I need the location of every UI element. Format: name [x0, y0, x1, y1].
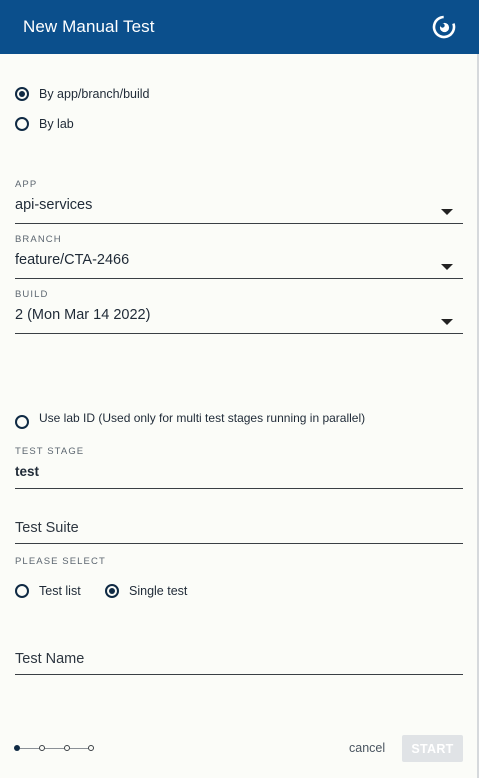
circular-swirl-logo-icon	[432, 15, 456, 39]
radio-label: By app/branch/build	[39, 87, 150, 101]
chevron-down-icon	[441, 264, 453, 270]
build-value: 2 (Mon Mar 14 2022)	[15, 307, 151, 323]
app-value: api-services	[15, 197, 93, 213]
test-stage-value: test	[15, 464, 40, 479]
new-manual-test-panel: New Manual Test By app/branch/build By l…	[0, 0, 479, 778]
please-select-caption: PLEASE SELECT	[15, 556, 106, 567]
radio-unselected-icon	[15, 584, 29, 598]
build-caption: BUILD	[15, 289, 49, 300]
step-dot-4	[88, 745, 94, 751]
cancel-button[interactable]: cancel	[349, 741, 385, 755]
branch-value: feature/CTA-2466	[15, 252, 130, 268]
radio-unselected-icon	[15, 415, 29, 429]
app-caption: APP	[15, 179, 38, 190]
radio-single-test[interactable]: Single test	[105, 584, 187, 598]
branch-select[interactable]: feature/CTA-2466	[15, 252, 463, 279]
header-bar: New Manual Test	[0, 0, 479, 54]
radio-by-lab[interactable]: By lab	[15, 117, 74, 131]
start-button-label: START	[411, 741, 454, 756]
branch-caption: BRANCH	[15, 234, 62, 245]
step-connector	[45, 748, 64, 749]
step-connector	[70, 748, 88, 749]
step-indicator	[14, 745, 98, 753]
build-select[interactable]: 2 (Mon Mar 14 2022)	[15, 307, 463, 334]
radio-test-list[interactable]: Test list	[15, 584, 81, 598]
app-select[interactable]: api-services	[15, 197, 463, 224]
test-name-placeholder: Test Name	[15, 651, 85, 667]
test-stage-caption: TEST STAGE	[15, 446, 85, 457]
test-suite-field[interactable]: Test Suite	[15, 519, 463, 544]
radio-by-app-branch-build[interactable]: By app/branch/build	[15, 87, 150, 101]
radio-use-lab-id[interactable]: Use lab ID (Used only for multi test sta…	[15, 411, 365, 429]
test-stage-field[interactable]: test	[15, 463, 463, 489]
chevron-down-icon	[441, 209, 453, 215]
test-suite-placeholder: Test Suite	[15, 520, 79, 536]
start-button[interactable]: START	[402, 735, 463, 762]
test-name-field[interactable]: Test Name	[15, 650, 463, 675]
radio-selected-icon	[105, 584, 119, 598]
radio-label: By lab	[39, 117, 74, 131]
panel-title: New Manual Test	[23, 17, 155, 36]
radio-label: Test list	[39, 584, 81, 598]
radio-label: Use lab ID (Used only for multi test sta…	[39, 411, 366, 425]
radio-label: Single test	[129, 584, 188, 598]
chevron-down-icon	[441, 319, 453, 325]
radio-selected-icon	[15, 87, 29, 101]
radio-unselected-icon	[15, 117, 29, 131]
step-connector	[20, 748, 39, 749]
